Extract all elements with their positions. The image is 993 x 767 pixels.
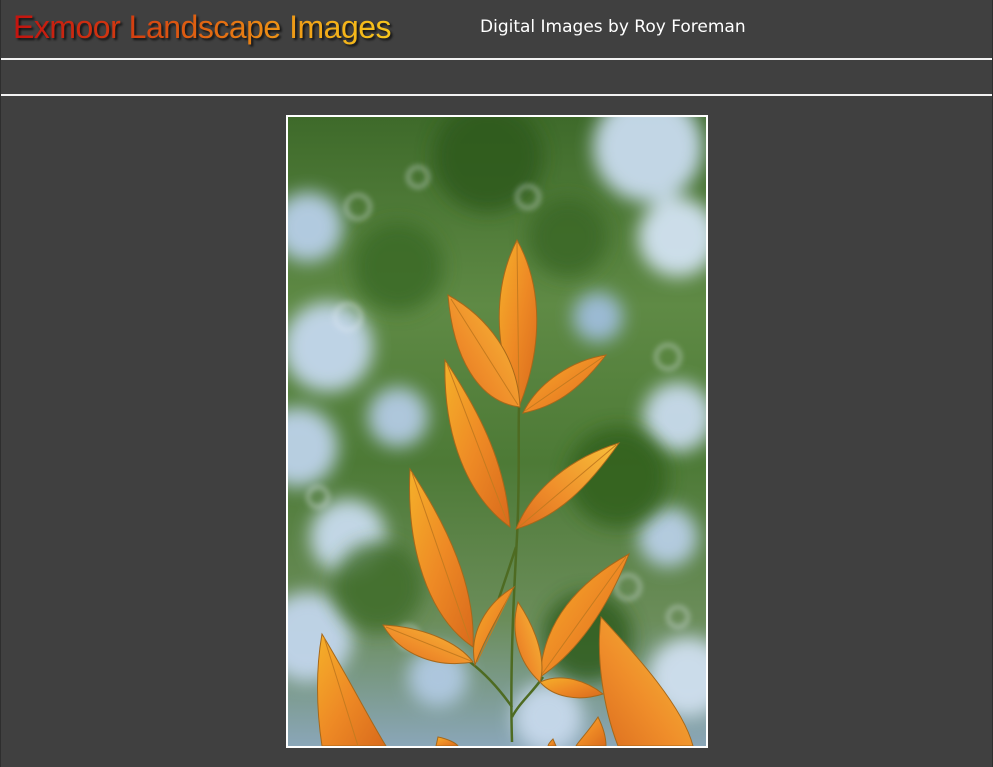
page: Exmoor Landscape Images Digital Images b… [0, 0, 993, 767]
site-title[interactable]: Exmoor Landscape Images [13, 8, 392, 46]
orange-leaves-photo[interactable] [288, 117, 706, 746]
nav-divider [1, 94, 992, 96]
site-header: Exmoor Landscape Images Digital Images b… [1, 0, 992, 58]
photo-frame[interactable] [286, 115, 708, 748]
site-subtitle: Digital Images by Roy Foreman [480, 17, 746, 37]
nav-bar [1, 60, 992, 94]
